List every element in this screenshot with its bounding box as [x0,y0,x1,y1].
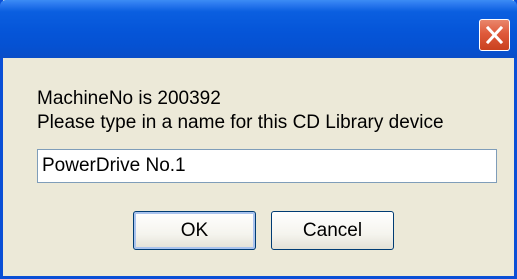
prompt-text: Please type in a name for this CD Librar… [37,112,444,133]
ok-button[interactable]: OK [133,211,256,250]
dialog-window: MachineNo is 200392 Please type in a nam… [0,0,517,279]
machine-number-text: MachineNo is 200392 [37,88,221,109]
title-bar[interactable] [0,0,517,58]
close-button[interactable] [479,19,510,51]
cancel-button[interactable]: Cancel [271,211,394,250]
device-name-input[interactable] [37,149,497,183]
close-icon [486,26,503,44]
